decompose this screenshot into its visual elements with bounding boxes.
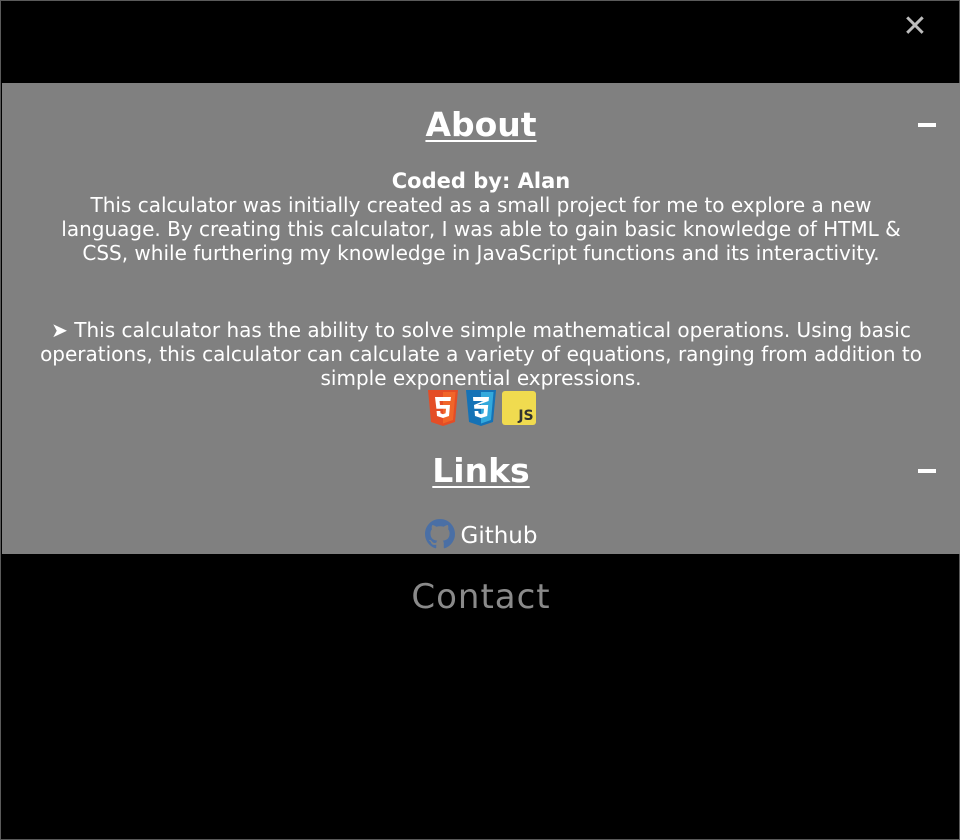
links-title[interactable]: Links — [432, 451, 529, 490]
links-collapse-button[interactable] — [918, 469, 936, 473]
svg-text:JS: JS — [517, 408, 533, 424]
links-header[interactable]: Links — [2, 451, 960, 495]
html5-icon — [428, 390, 458, 426]
github-icon — [424, 519, 455, 549]
css3-icon — [466, 390, 496, 426]
close-icon[interactable]: ✕ — [897, 7, 933, 47]
about-collapse-button[interactable] — [918, 123, 936, 127]
info-panel: About Coded by: Alan This calculator was… — [2, 83, 960, 554]
modal-window: ✕ About Coded by: Alan This calculator w… — [0, 0, 960, 840]
coded-by-text: Coded by: Alan — [391, 169, 571, 193]
about-title[interactable]: About — [425, 105, 536, 144]
github-label: Github — [460, 523, 538, 549]
github-link[interactable]: Github — [2, 519, 960, 552]
javascript-icon: JS — [502, 391, 536, 425]
about-features: ➤ This calculator has the ability to sol… — [40, 318, 922, 390]
tech-icons: JS — [2, 389, 960, 429]
about-description: This calculator was initially created as… — [61, 193, 901, 265]
contact-link[interactable]: Contact — [1, 575, 960, 619]
about-header[interactable]: About — [2, 105, 960, 149]
